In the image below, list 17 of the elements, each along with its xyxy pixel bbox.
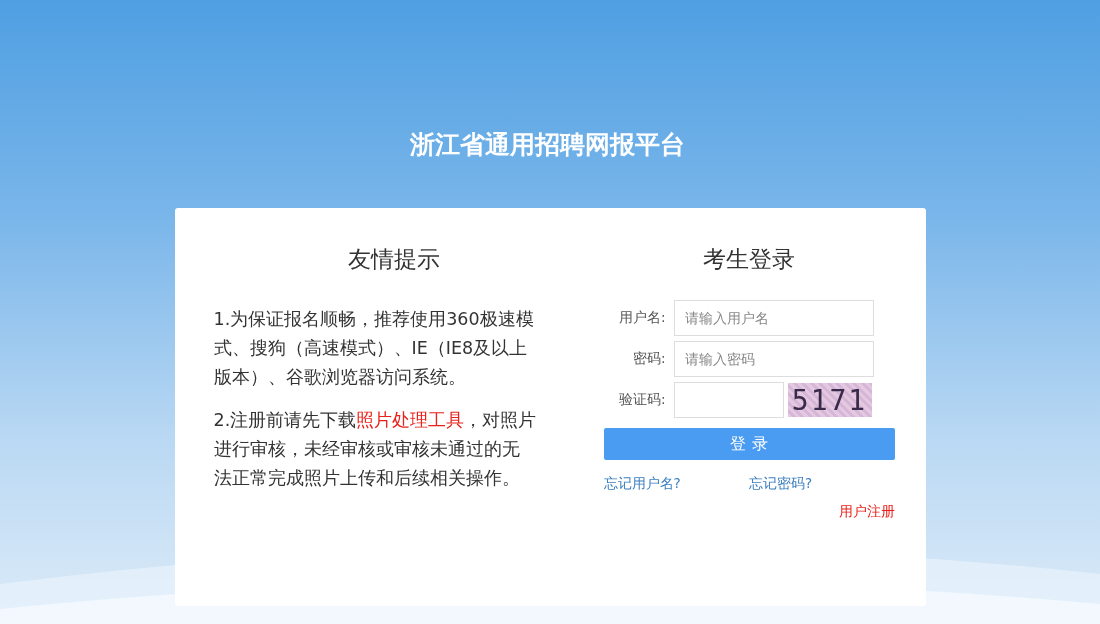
notice-title: 友情提示 [347,245,441,274]
notice-paragraph: 2.注册前请先下载照片处理工具，对照片进行审核，未经审核或审核未通过的无法正常完成照片上传和后续相关操作。 [213,409,537,490]
download-link[interactable]: 照片处理工具 [356,410,465,430]
login-button[interactable]: 登 录 [603,428,895,460]
forgot-link[interactable]: 忘记密码? [749,475,895,493]
site-title: 浙江省通用招聘网报平台 [409,129,685,161]
captcha-image[interactable]: 5171 [787,383,872,417]
register-link[interactable]: 用户注册 [603,503,895,521]
login-title: 考生登录 [702,245,796,274]
forgot-link[interactable]: 忘记用户名? [603,475,749,493]
field-label: 验证码: [617,391,666,409]
notice-paragraph: 1.为保证报名顺畅，推荐使用360极速模式、搜狗（高速模式）、IE（IE8及以上版本）、谷歌浏览器访问系统。 [213,308,535,389]
field-label: 用户名: [617,309,666,327]
field-label: 密码: [631,350,666,368]
username-field[interactable]: 请输入用户名 [673,300,874,336]
captcha-field[interactable] [673,382,784,418]
password-field[interactable]: 请输入密码 [673,341,874,377]
